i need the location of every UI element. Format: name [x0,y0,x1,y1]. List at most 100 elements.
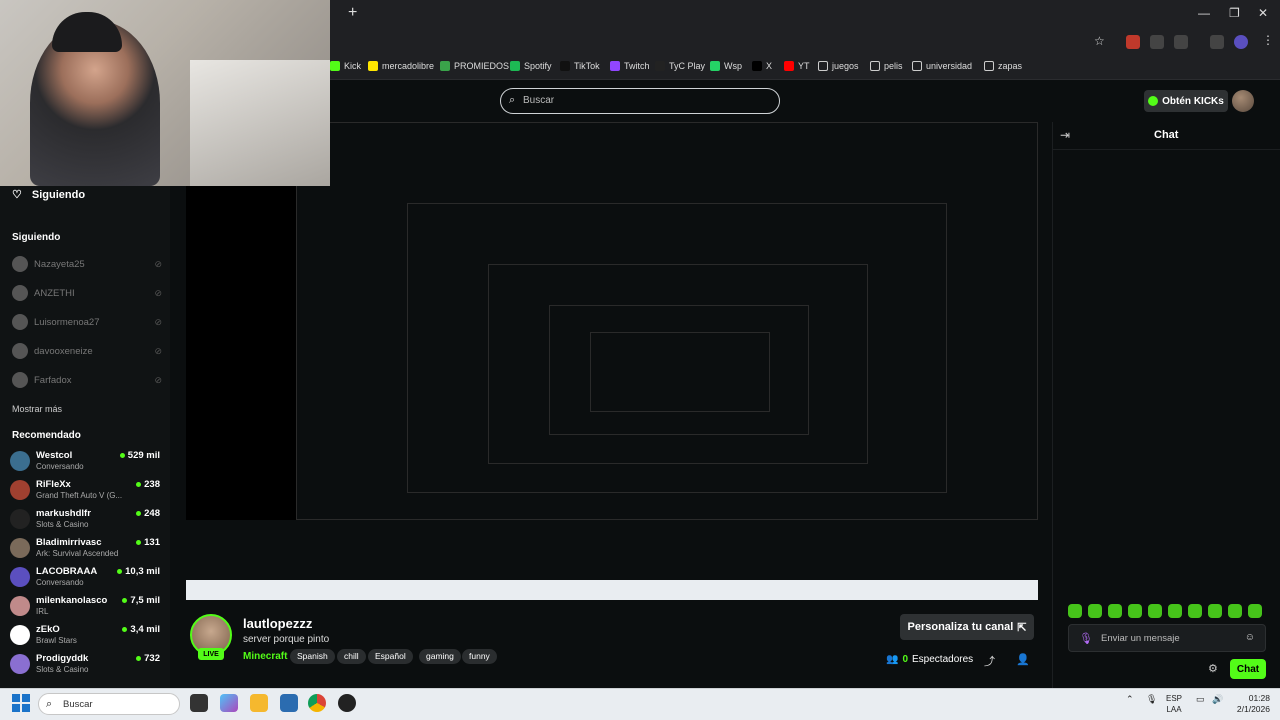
emoji-icon[interactable]: ☺ [1245,632,1255,643]
copilot-icon[interactable] [220,694,238,712]
channel-name: RiFleXx [36,479,71,490]
emote-icon[interactable] [1248,604,1262,618]
avatar [12,314,28,330]
sidebar-item-luisormenoa27[interactable]: Luisormenoa27 ⊘ [12,313,162,331]
profile-icon[interactable] [1234,35,1248,49]
video-player[interactable] [186,122,1038,600]
bookmark-twitch[interactable]: Twitch [610,61,650,71]
bookmark-pelis[interactable]: pelis [870,61,903,71]
bookmark-kick[interactable]: Kick [330,61,361,71]
channel-category: Ark: Survival Ascended [36,549,119,558]
bookmark-mercadolibre[interactable]: mercadolibre [368,61,434,71]
bookmark-tyc-play[interactable]: TyC Play [655,61,705,71]
get-kicks-button[interactable]: Obtén KICKs [1144,90,1228,112]
mic-icon[interactable]: 🎙 [1079,632,1093,645]
task-view-icon[interactable] [190,694,208,712]
stream-category[interactable]: Minecraft [243,651,287,662]
emote-icon[interactable] [1068,604,1082,618]
emote-icon[interactable] [1128,604,1142,618]
clock[interactable]: 01:28 2/1/2026 [1222,693,1270,715]
sidebar-item-nazayeta25[interactable]: Nazayeta25 ⊘ [12,255,162,273]
emote-icon[interactable] [1148,604,1162,618]
menu-icon[interactable]: ⋮ [1262,33,1274,47]
folder-icon [912,61,922,71]
users-icon: 👥 [886,654,899,665]
sidebar-item-milenkanolasco[interactable]: milenkanolasco IRL 7,5 mil [10,593,160,621]
sidebar-item-prodigyddk[interactable]: Prodigyddk Slots & Casino 732 [10,651,160,679]
minimize-button[interactable]: — [1198,6,1210,20]
offline-icon: ⊘ [154,374,162,385]
chrome-icon[interactable] [308,694,326,712]
maximize-button[interactable]: ❐ [1229,6,1240,20]
chat-send-button[interactable]: Chat [1230,659,1266,679]
sidebar-item-bladimirrivasc[interactable]: Bladimirrivasc Ark: Survival Ascended 131 [10,535,160,563]
emote-icon[interactable] [1108,604,1122,618]
bookmark-zapas[interactable]: zapas [984,61,1022,71]
tag-chip[interactable]: Español [368,649,413,664]
follow-icon[interactable]: 👤 [1016,653,1030,666]
obs-icon[interactable] [338,694,356,712]
sidebar-item-zeko[interactable]: zEkO Brawl Stars 3,4 mil [10,622,160,650]
avatar[interactable] [1232,90,1254,112]
sidebar-item-davooxeneize[interactable]: davooxeneize ⊘ [12,342,162,360]
extension-icon[interactable] [1126,35,1140,49]
store-icon[interactable] [280,694,298,712]
emote-icon[interactable] [1168,604,1182,618]
sidebar-following-link[interactable]: ♡ Siguiendo [12,188,85,202]
taskbar-search[interactable]: ⌕ Buscar [38,693,180,715]
customize-channel-button[interactable]: Personaliza tu canal ⇱ [900,614,1034,640]
search-input[interactable]: ⌕ Buscar [500,88,780,114]
tag-chip[interactable]: Spanish [290,649,335,664]
close-window-button[interactable]: ✕ [1258,6,1268,20]
sidebar-item-lacobraaa[interactable]: LACOBRAAA Conversando 10,3 mil [10,564,160,592]
show-more-link[interactable]: Mostrar más [12,404,62,414]
start-icon[interactable] [12,694,30,712]
bookmark-wsp[interactable]: Wsp [710,61,742,71]
bookmark-juegos[interactable]: juegos [818,61,859,71]
emote-icon[interactable] [1208,604,1222,618]
bookmark-spotify[interactable]: Spotify [510,61,552,71]
tag-chip[interactable]: chill [337,649,366,664]
tag-chip[interactable]: funny [462,649,497,664]
reading-list-icon[interactable] [1210,35,1224,49]
viewer-count: 👥 0 Espectadores [886,654,973,665]
language-indicator[interactable]: ESP LAA [1162,693,1186,715]
collapse-chat-icon[interactable]: ⇥ [1060,128,1070,142]
puzzle-icon[interactable] [1174,35,1188,49]
sidebar-item-riflexx[interactable]: RiFleXx Grand Theft Auto V (G... 238 [10,477,160,505]
bookmark-label: Kick [344,61,362,71]
network-icon[interactable]: ▭ [1196,694,1205,705]
star-icon[interactable]: ☆ [1094,34,1105,48]
live-badge: LIVE [198,648,224,660]
bookmark-yt[interactable]: YT [784,61,810,71]
viewer-count: 238 [136,479,160,490]
chat-input[interactable]: 🎙 Enviar un mensaje ☺ [1068,624,1266,652]
sidebar-item-markushdlfr[interactable]: markushdlfr Slots & Casino 248 [10,506,160,534]
emote-icon[interactable] [1188,604,1202,618]
file-explorer-icon[interactable] [250,694,268,712]
share-icon[interactable]: ⤴ [984,653,995,669]
sidebar-item-westcol[interactable]: Westcol Conversando 529 mil [10,448,160,476]
extension-icon[interactable] [1150,35,1164,49]
mic-icon[interactable]: 🎙 [1146,694,1157,705]
streamer-name[interactable]: lautlopezzz [243,616,312,631]
bookmark-promiedos[interactable]: PROMIEDOS [440,61,509,71]
chat-placeholder: Enviar un mensaje [1101,633,1180,644]
tag-chip[interactable]: gaming [419,649,461,664]
channel-category: Conversando [36,578,84,587]
bookmark-x[interactable]: X [752,61,772,71]
bookmark-tiktok[interactable]: TikTok [560,61,600,71]
folder-icon [870,61,880,71]
avatar [10,451,30,471]
emote-icon[interactable] [1228,604,1242,618]
sidebar-item-anzethi[interactable]: ANZETHI ⊘ [12,284,162,302]
chevron-up-icon[interactable]: ⌃ [1126,694,1134,705]
viewer-count: 10,3 mil [117,566,160,577]
avatar [12,285,28,301]
emote-icon[interactable] [1088,604,1102,618]
live-dot-icon [122,598,128,603]
new-tab-button[interactable]: + [348,4,357,22]
sidebar-item-farfadox[interactable]: Farfadox ⊘ [12,371,162,389]
gear-icon[interactable]: ⚙ [1208,662,1218,675]
bookmark-universidad[interactable]: universidad [912,61,972,71]
